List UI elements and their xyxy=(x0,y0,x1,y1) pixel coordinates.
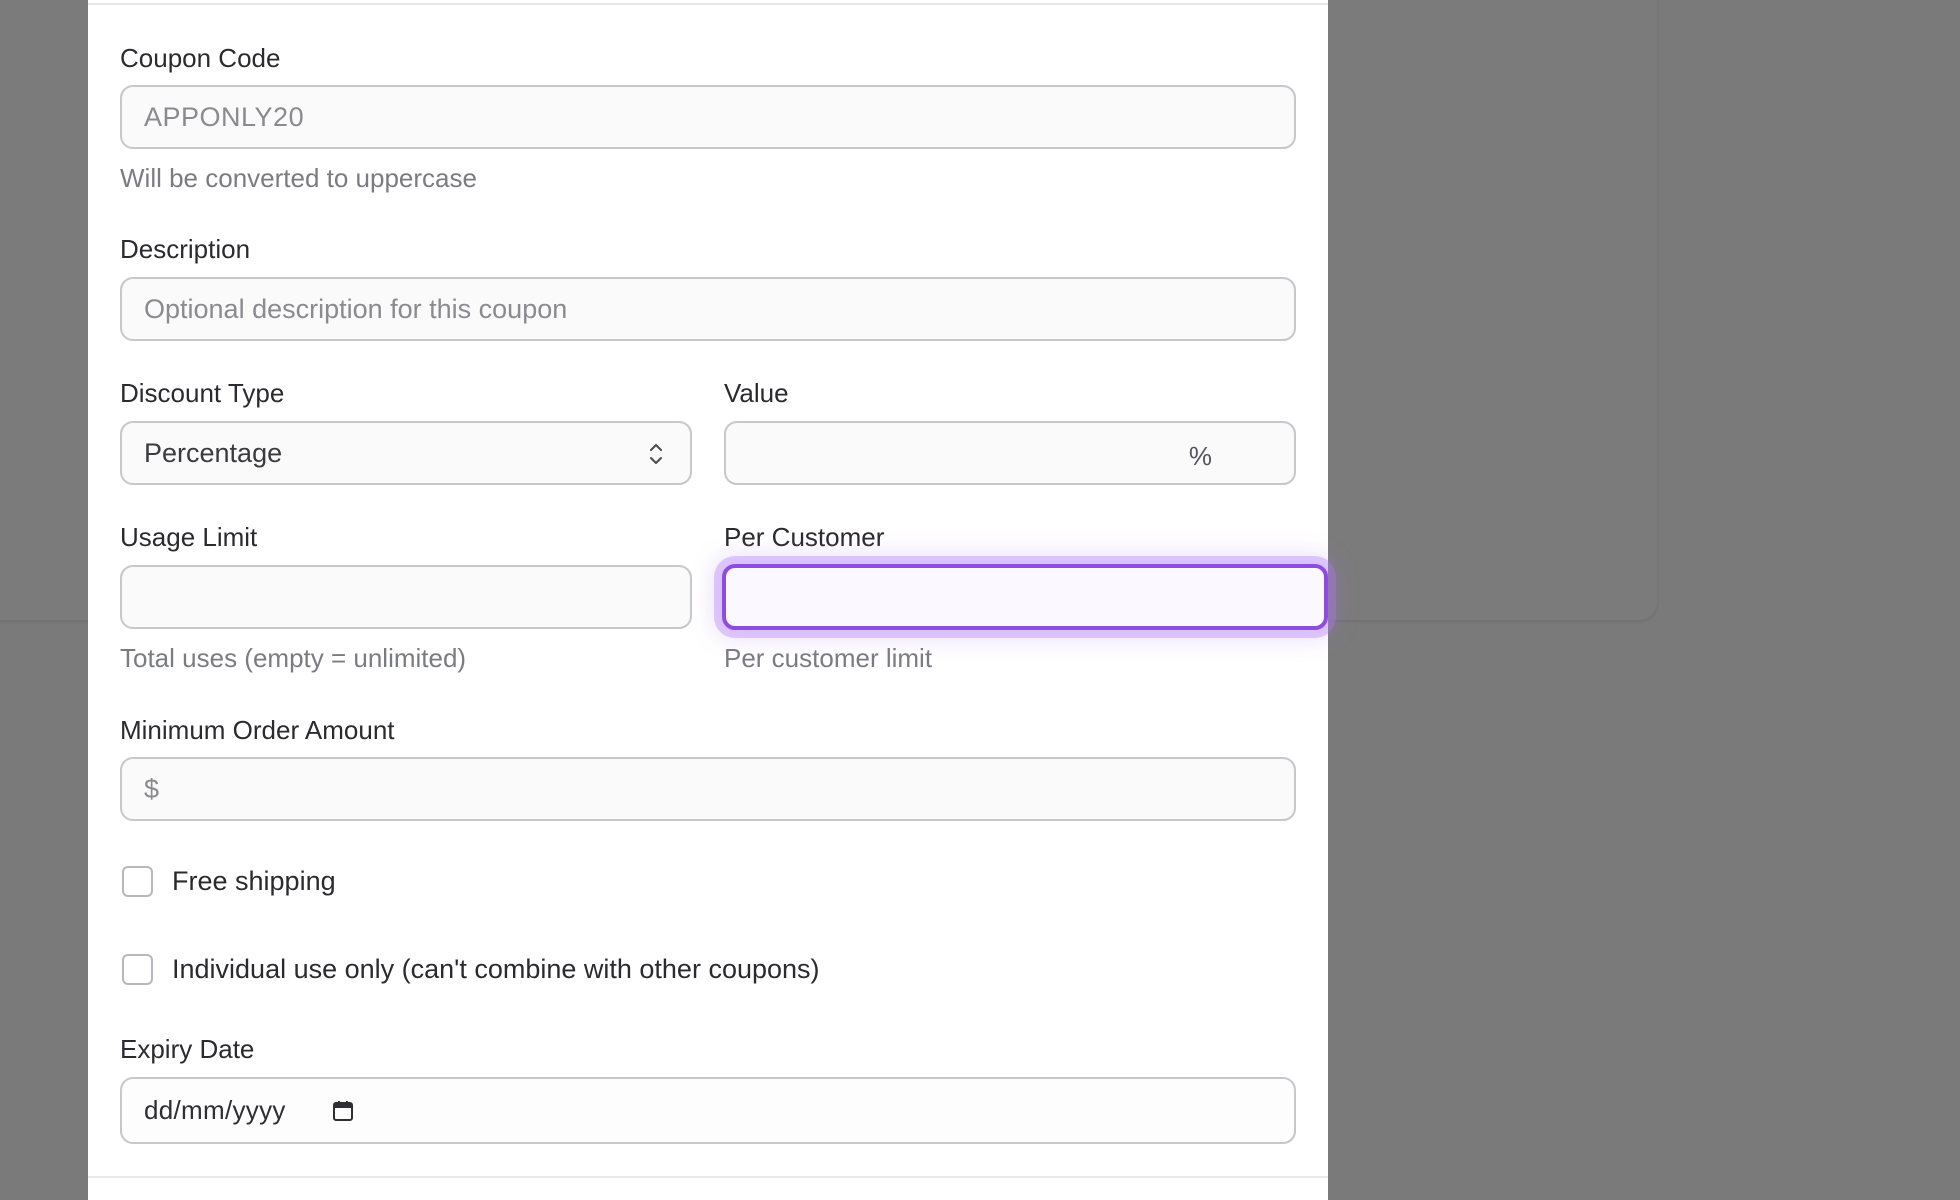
discount-type-select[interactable]: Percentage xyxy=(120,421,692,485)
modal-footer-divider xyxy=(88,1176,1328,1178)
expiry-date-label: Expiry Date xyxy=(120,1034,255,1064)
usage-limit-helper: Total uses (empty = unlimited) xyxy=(120,643,467,673)
individual-use-label: Individual use only (can't combine with … xyxy=(172,954,820,984)
coupon-code-label: Coupon Code xyxy=(120,43,281,73)
description-input[interactable]: Optional description for this coupon xyxy=(120,277,1296,341)
value-input[interactable]: % xyxy=(724,421,1296,485)
per-customer-label: Per Customer xyxy=(724,522,885,552)
discount-type-label: Discount Type xyxy=(120,378,285,408)
value-percent-suffix: % xyxy=(1188,441,1212,471)
description-label: Description xyxy=(120,234,251,264)
coupon-code-input[interactable]: APPONLY20 xyxy=(120,85,1296,149)
discount-type-selected: Percentage xyxy=(144,437,283,468)
free-shipping-checkbox[interactable] xyxy=(122,866,153,897)
per-customer-input[interactable] xyxy=(722,564,1328,630)
create-coupon-modal: Coupon Code APPONLY20 Will be converted … xyxy=(88,0,1328,1200)
usage-limit-label: Usage Limit xyxy=(120,522,258,552)
value-label: Value xyxy=(724,378,789,408)
per-customer-helper: Per customer limit xyxy=(724,643,933,673)
free-shipping-label: Free shipping xyxy=(172,866,336,896)
expiry-date-placeholder: dd/mm/yyyy xyxy=(144,1095,286,1125)
expiry-date-input[interactable]: dd/mm/yyyy xyxy=(120,1077,1296,1144)
modal-top-divider xyxy=(88,3,1328,5)
coupon-code-helper: Will be converted to uppercase xyxy=(120,163,477,193)
usage-limit-input[interactable] xyxy=(120,565,692,629)
calendar-icon[interactable] xyxy=(332,1100,354,1122)
individual-use-checkbox[interactable] xyxy=(122,954,153,985)
chevron-up-down-icon xyxy=(650,444,662,464)
minimum-order-input[interactable]: $ xyxy=(120,757,1296,821)
minimum-order-currency-prefix: $ xyxy=(144,773,160,804)
coupon-code-value: APPONLY20 xyxy=(144,101,305,132)
description-placeholder: Optional description for this coupon xyxy=(144,293,568,324)
minimum-order-label: Minimum Order Amount xyxy=(120,715,395,745)
